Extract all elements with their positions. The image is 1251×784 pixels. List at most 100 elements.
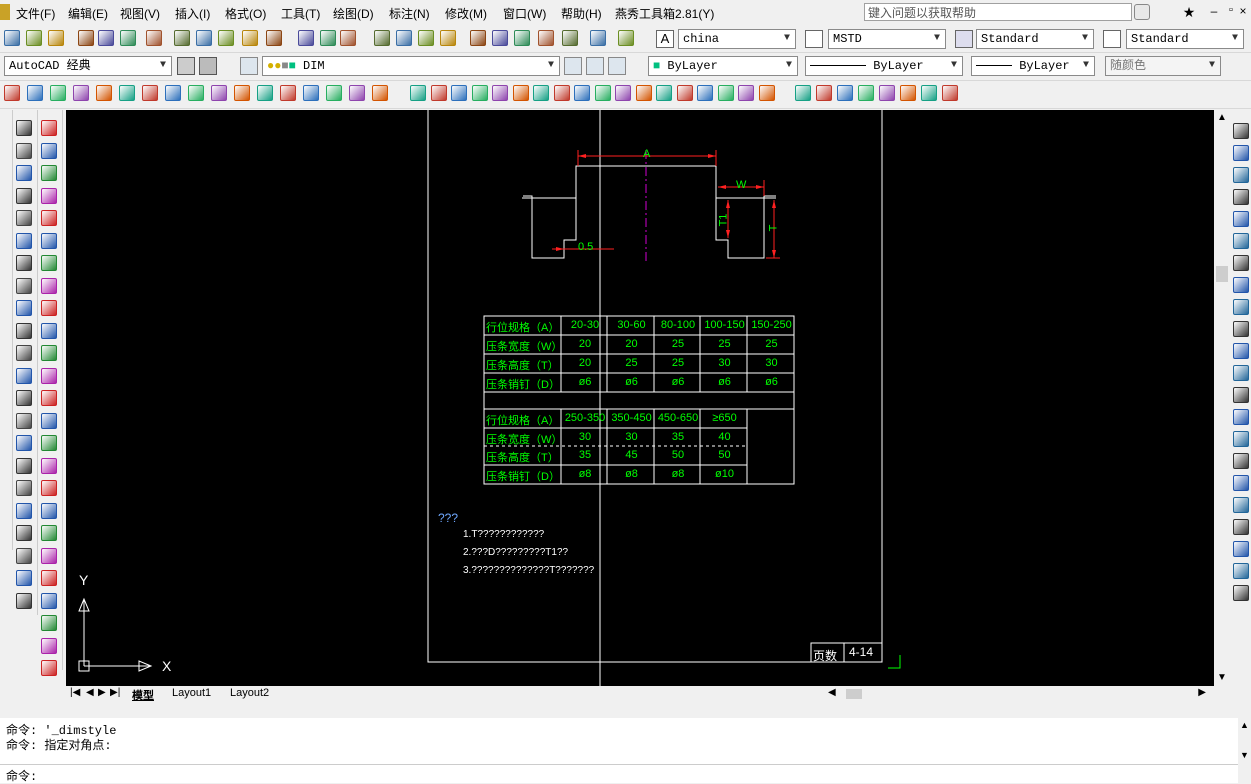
toolbar-yanxiu-22-icon[interactable] xyxy=(492,85,508,101)
toolbar-yanxiu-9-icon[interactable] xyxy=(188,85,204,101)
tab-layout1[interactable]: Layout1 xyxy=(172,687,211,699)
horizontal-scrollbar[interactable]: ◀ ▶ xyxy=(826,687,1212,701)
plot-style-select[interactable]: 随颜色 ▼ xyxy=(1105,56,1221,76)
toolbar-standard-25-icon[interactable] xyxy=(590,30,606,46)
toolbar-yanxiu-14-icon[interactable] xyxy=(303,85,319,101)
dimension-tool-16-icon[interactable] xyxy=(16,458,32,474)
toolbar-yanxiu-24-icon[interactable] xyxy=(533,85,549,101)
yanxiu-tool-6-icon[interactable] xyxy=(41,233,57,249)
toolbar-yanxiu-28-icon[interactable] xyxy=(615,85,631,101)
yanxiu-tool-19-icon[interactable] xyxy=(41,525,57,541)
modify-tool-5-icon[interactable] xyxy=(1233,211,1249,227)
dimension-tool-18-icon[interactable] xyxy=(16,503,32,519)
dimension-tool-2-icon[interactable] xyxy=(16,143,32,159)
yanxiu-tool-12-icon[interactable] xyxy=(41,368,57,384)
vertical-scrollbar[interactable]: ▲ ▼ xyxy=(1214,110,1230,686)
scroll-up-icon[interactable]: ▲ xyxy=(1240,720,1249,730)
toolbar-yanxiu-30-icon[interactable] xyxy=(656,85,672,101)
toolbar-standard-10-icon[interactable] xyxy=(218,30,234,46)
workspace-settings-icon[interactable] xyxy=(177,57,195,75)
dimension-tool-17-icon[interactable] xyxy=(16,480,32,496)
multileader-style-icon[interactable] xyxy=(1103,30,1121,48)
workspace-save-icon[interactable] xyxy=(199,57,217,75)
toolbar-yanxiu-1-icon[interactable] xyxy=(4,85,20,101)
toolbar-yanxiu-21-icon[interactable] xyxy=(472,85,488,101)
toolbar-standard-3-icon[interactable] xyxy=(48,30,64,46)
toolbar-yanxiu-3-icon[interactable] xyxy=(50,85,66,101)
yanxiu-tool-18-icon[interactable] xyxy=(41,503,57,519)
chevron-down-icon[interactable]: ▼ xyxy=(545,57,557,75)
toolbar-yanxiu-17-icon[interactable] xyxy=(372,85,388,101)
command-line[interactable]: 命令: xyxy=(0,764,1238,784)
toolbar-yanxiu-29-icon[interactable] xyxy=(636,85,652,101)
dimension-tool-8-icon[interactable] xyxy=(16,278,32,294)
toolbar-yanxiu-6-icon[interactable] xyxy=(119,85,135,101)
dimension-tool-6-icon[interactable] xyxy=(16,233,32,249)
layer-select[interactable]: ●●■■ DIM ▼ xyxy=(262,56,560,76)
toolbar-yanxiu-39-icon[interactable] xyxy=(858,85,874,101)
chevron-down-icon[interactable]: ▼ xyxy=(783,57,795,75)
toolbar-yanxiu-42-icon[interactable] xyxy=(921,85,937,101)
dimension-tool-19-icon[interactable] xyxy=(16,525,32,541)
modify-tool-16-icon[interactable] xyxy=(1233,453,1249,469)
dimension-tool-9-icon[interactable] xyxy=(16,300,32,316)
modify-tool-1-icon[interactable] xyxy=(1233,123,1249,139)
lineweight-select[interactable]: ByLayer ▼ xyxy=(971,56,1095,76)
multileader-style-select[interactable]: Standard ▼ xyxy=(1126,29,1244,49)
menu-yanxiu[interactable]: 燕秀工具箱2.81(Y) xyxy=(615,5,714,22)
yanxiu-tool-21-icon[interactable] xyxy=(41,570,57,586)
menu-help[interactable]: 帮助(H) xyxy=(561,5,602,22)
yanxiu-tool-16-icon[interactable] xyxy=(41,458,57,474)
menu-dimension[interactable]: 标注(N) xyxy=(389,5,430,22)
dimension-tool-3-icon[interactable] xyxy=(16,165,32,181)
yanxiu-tool-2-icon[interactable] xyxy=(41,143,57,159)
chevron-down-icon[interactable]: ▼ xyxy=(1206,57,1218,75)
toolbar-standard-4-icon[interactable] xyxy=(78,30,94,46)
modify-tool-14-icon[interactable] xyxy=(1233,409,1249,425)
scroll-right-icon[interactable]: ▶ xyxy=(1198,687,1206,698)
layer-manager-icon[interactable] xyxy=(240,57,258,75)
dim-style-icon[interactable] xyxy=(805,30,823,48)
modify-tool-21-icon[interactable] xyxy=(1233,563,1249,579)
menu-tools[interactable]: 工具(T) xyxy=(281,5,320,22)
minimize-icon[interactable]: – xyxy=(1205,4,1223,22)
modify-tool-11-icon[interactable] xyxy=(1233,343,1249,359)
toolbar-yanxiu-40-icon[interactable] xyxy=(879,85,895,101)
yanxiu-tool-14-icon[interactable] xyxy=(41,413,57,429)
dimension-tool-14-icon[interactable] xyxy=(16,413,32,429)
modify-tool-13-icon[interactable] xyxy=(1233,387,1249,403)
yanxiu-tool-4-icon[interactable] xyxy=(41,188,57,204)
dimension-tool-21-icon[interactable] xyxy=(16,570,32,586)
toolbar-yanxiu-32-icon[interactable] xyxy=(697,85,713,101)
chevron-down-icon[interactable]: ▼ xyxy=(1079,30,1091,48)
scroll-thumb[interactable] xyxy=(1216,266,1228,282)
menu-file[interactable]: 文件(F) xyxy=(16,5,55,22)
toolbar-standard-13-icon[interactable] xyxy=(298,30,314,46)
drawing-canvas[interactable]: A W T1 T 0.5 行位规格（A） 20-30 30-60 80-100 100-… xyxy=(66,110,1214,686)
scroll-up-icon[interactable]: ▲ xyxy=(1214,110,1230,126)
modify-tool-17-icon[interactable] xyxy=(1233,475,1249,491)
modify-tool-3-icon[interactable] xyxy=(1233,167,1249,183)
toolbar-yanxiu-31-icon[interactable] xyxy=(677,85,693,101)
toolbar-yanxiu-37-icon[interactable] xyxy=(816,85,832,101)
toolbar-standard-5-icon[interactable] xyxy=(98,30,114,46)
menu-modify[interactable]: 修改(M) xyxy=(445,5,487,22)
yanxiu-tool-22-icon[interactable] xyxy=(41,593,57,609)
modify-tool-12-icon[interactable] xyxy=(1233,365,1249,381)
toolbar-standard-20-icon[interactable] xyxy=(470,30,486,46)
toolbar-standard-2-icon[interactable] xyxy=(26,30,42,46)
linetype-select[interactable]: ByLayer ▼ xyxy=(805,56,963,76)
yanxiu-tool-3-icon[interactable] xyxy=(41,165,57,181)
modify-tool-7-icon[interactable] xyxy=(1233,255,1249,271)
modify-tool-2-icon[interactable] xyxy=(1233,145,1249,161)
layer-previous-icon[interactable] xyxy=(586,57,604,75)
toolbar-yanxiu-5-icon[interactable] xyxy=(96,85,112,101)
toolbar-standard-18-icon[interactable] xyxy=(418,30,434,46)
toolbar-yanxiu-18-icon[interactable] xyxy=(410,85,426,101)
toolbar-standard-11-icon[interactable] xyxy=(242,30,258,46)
help-search-input[interactable]: 键入问题以获取帮助 xyxy=(864,3,1132,21)
toolbar-standard-15-icon[interactable] xyxy=(340,30,356,46)
menu-insert[interactable]: 插入(I) xyxy=(175,5,210,22)
tab-nav-prev-icon[interactable]: ◀ xyxy=(86,687,94,698)
yanxiu-tool-13-icon[interactable] xyxy=(41,390,57,406)
